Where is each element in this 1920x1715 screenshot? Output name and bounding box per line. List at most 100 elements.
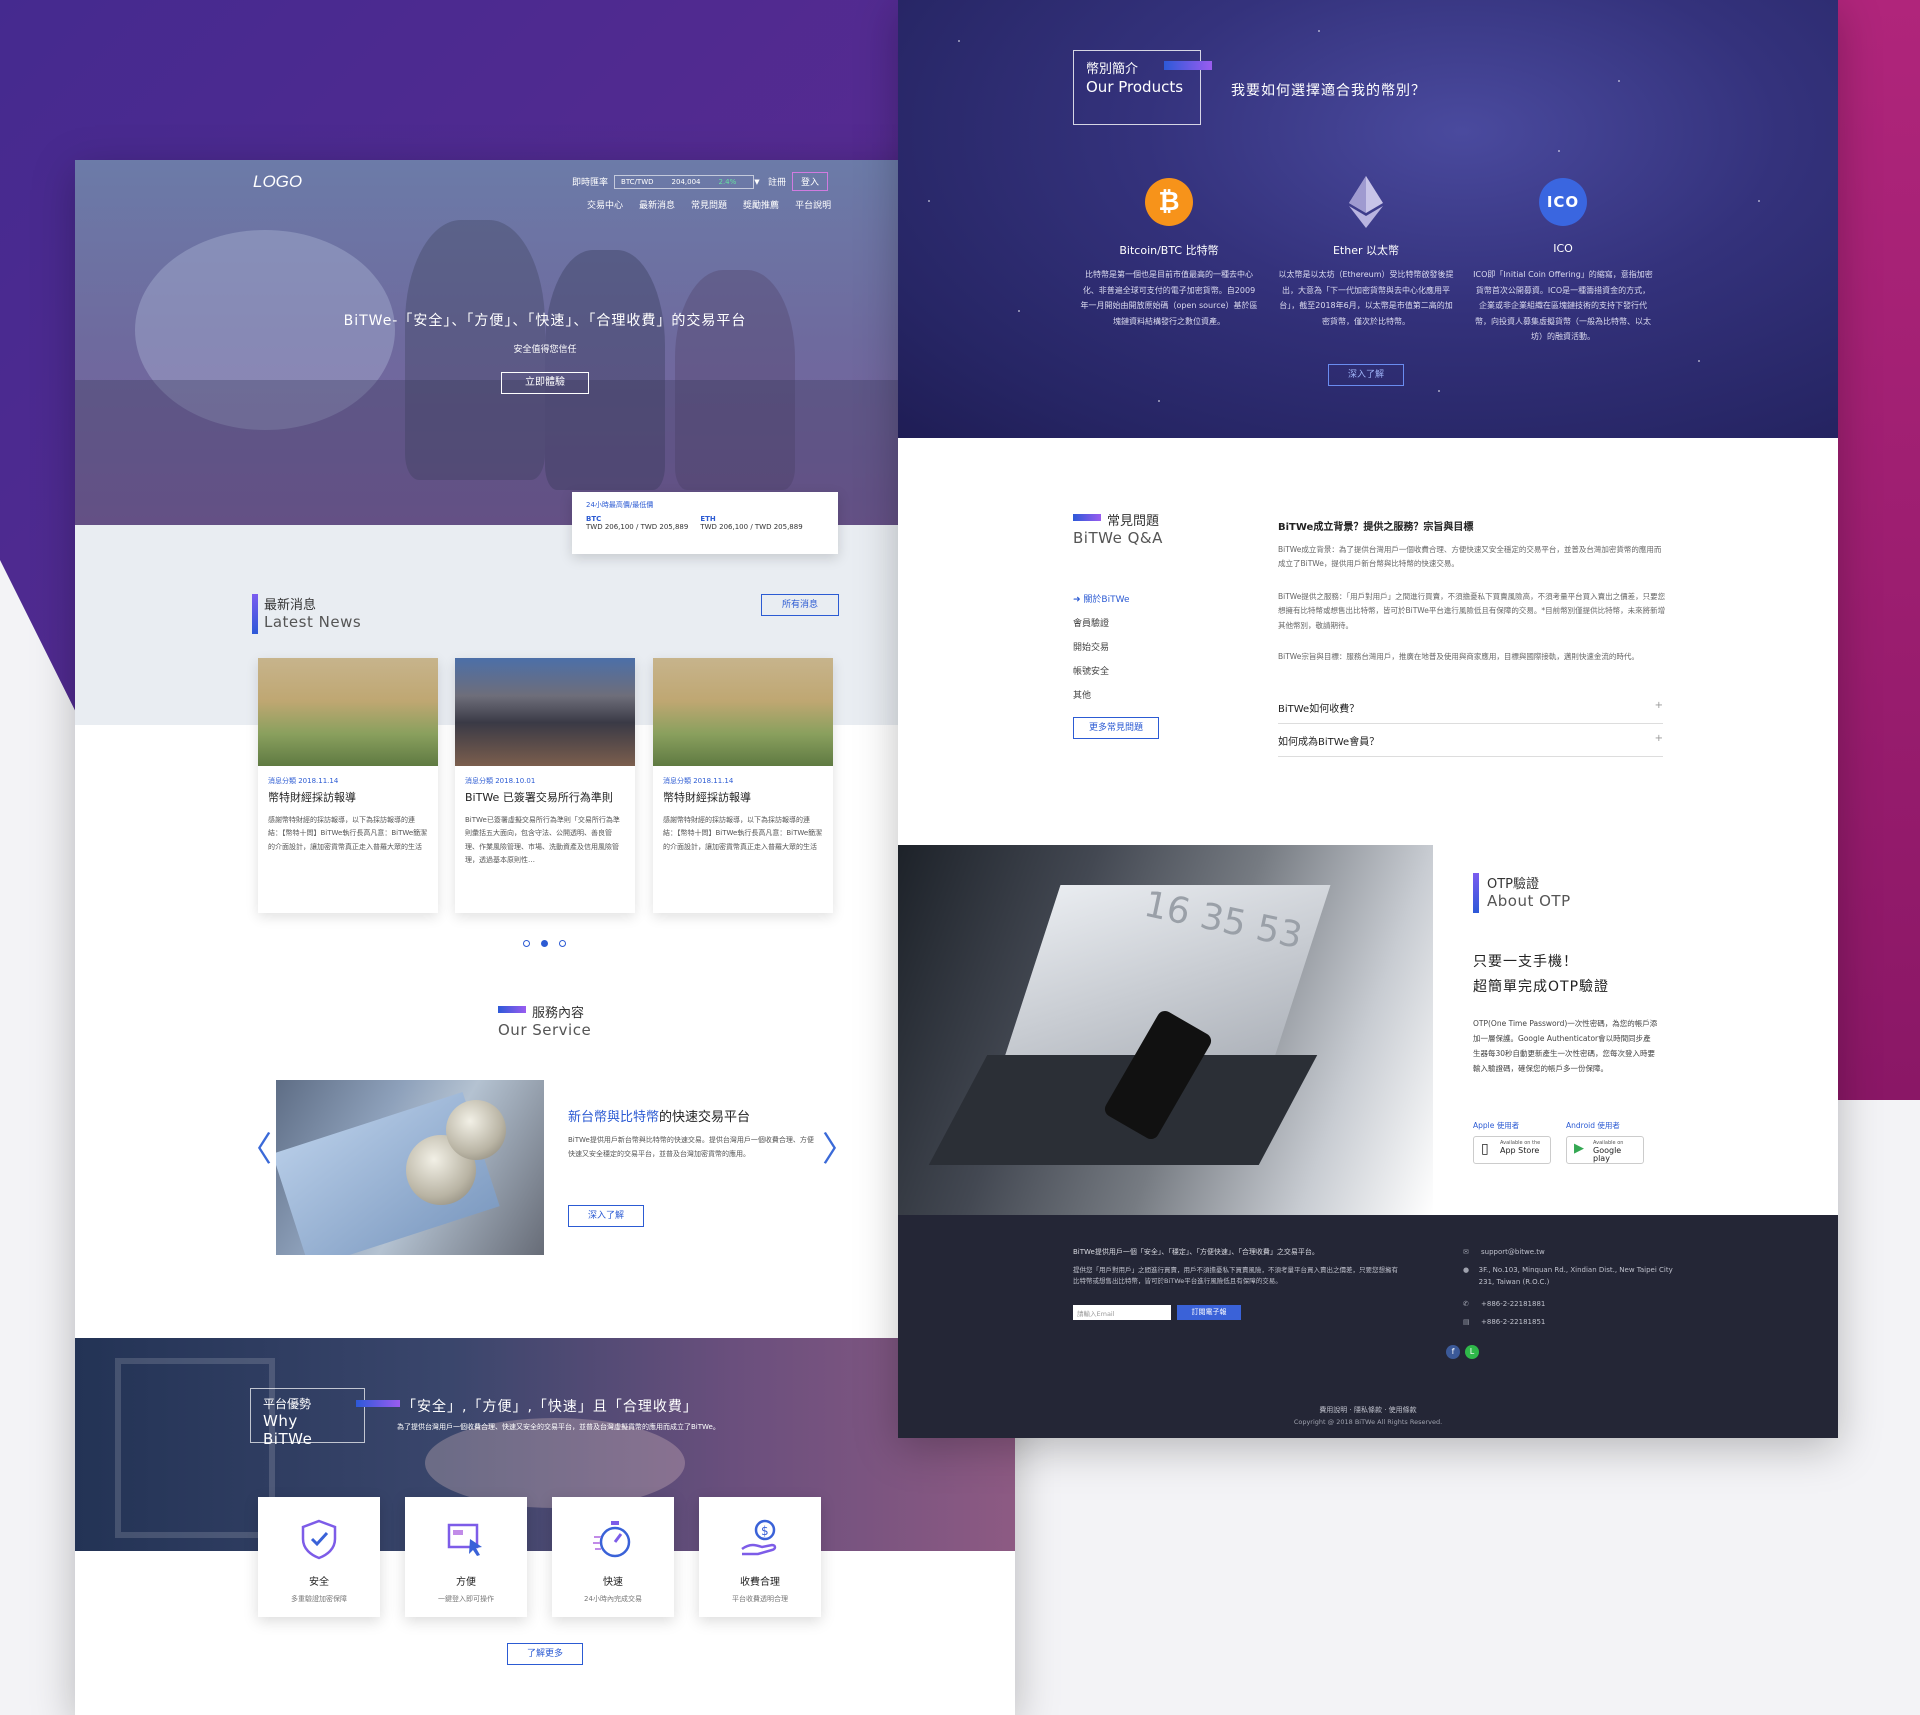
faq-question[interactable]: 如何成為BiTWe會員？ + (1278, 733, 1663, 757)
service-title-en: Our Service (498, 1021, 592, 1039)
all-news-button[interactable]: 所有消息 (761, 594, 839, 616)
line-icon[interactable]: L (1465, 1345, 1479, 1359)
star (1318, 30, 1320, 32)
star (1558, 150, 1560, 152)
nav-item[interactable]: 最新消息 (639, 198, 675, 211)
why-section-title: 平台優勢 Why BiTWe (250, 1388, 365, 1448)
contact-fax: +886-2-22181851 (1481, 1318, 1546, 1326)
service-image (276, 1080, 544, 1255)
service-text: BiTWe提供用戶新台幣與比特幣的快速交易。提供台灣用戶一個收費合理、方便快速又… (568, 1136, 814, 1158)
product-desc: 以太幣是以太坊（Ethereum）受比特幣啟發後提出，大意為「下一代加密貨幣與去… (1278, 270, 1454, 326)
advantage-desc: 平台收費透明合理 (732, 1595, 788, 1603)
otp-laptop-image: 16 35 53 (898, 845, 1433, 1215)
carousel-dot-active[interactable] (541, 940, 548, 947)
nav-item[interactable]: 常見問題 (691, 198, 727, 211)
prev-arrow[interactable]: 〈 (238, 1122, 272, 1171)
faq-title-zh: 常見問題 (1107, 514, 1160, 529)
news-excerpt: 感謝幣特財經的採訪報導，以下為採訪報導的連結：【幣特十問】BiTWe執行長高凡意… (663, 815, 823, 851)
plus-icon: + (1654, 733, 1663, 744)
contact-phone: +886-2-22181881 (1481, 1300, 1546, 1308)
news-image (455, 658, 635, 766)
learn-more-button[interactable]: 了解更多 (507, 1643, 583, 1665)
register-link[interactable]: 註冊 (768, 175, 786, 188)
advantage-desc: 24小時內完成交易 (584, 1595, 642, 1603)
faq-answer-paragraph: BiTWe成立背景：為了提供台灣用戶一個收費合理、方便快速又安全穩定的交易平台，… (1278, 545, 1662, 569)
why-heading: 「安全」,「方便」,「快速」且「合理收費」 (402, 1399, 698, 1415)
news-title[interactable]: 幣特財經採訪報導 (663, 790, 823, 806)
otp-description: OTP(One Time Password)一次性密碼，為您的帳戶添加一層保護。… (1473, 1019, 1658, 1073)
title-accent-bar (1164, 61, 1212, 70)
news-date: 消息分類 2018.11.14 (268, 777, 339, 785)
service-more-button[interactable]: 深入了解 (568, 1205, 644, 1227)
news-card[interactable]: 消息分類 2018.11.14 幣特財經採訪報導 感謝幣特財經的採訪報導，以下為… (653, 658, 833, 913)
app-store-button[interactable]: ▯ Available on the App Store (1473, 1136, 1551, 1164)
rate-label: 即時匯率 (572, 178, 609, 188)
faq-question[interactable]: BiTWe如何收費？ + (1278, 700, 1663, 724)
news-title[interactable]: BiTWe 已簽署交易所行為準則 (465, 790, 625, 806)
svg-text:$: $ (761, 1524, 769, 1538)
star (1698, 360, 1700, 362)
faq-more-button[interactable]: 更多常見問題 (1073, 717, 1159, 739)
title-accent-bar (356, 1400, 400, 1407)
carousel-dot[interactable] (559, 940, 566, 947)
advantage-card: 方便 一鍵登入即可操作 (405, 1497, 527, 1617)
rate-selector[interactable]: BTC/TWD 204,004 2.4% ▼ (614, 174, 760, 189)
footer-contact-phone: ✆ +886-2-22181881 (1463, 1299, 1545, 1311)
faq-category[interactable]: 會員驗證 (1073, 612, 1130, 636)
eth-price: TWD 206,100 / TWD 205,889 (700, 523, 803, 531)
news-card[interactable]: 消息分類 2018.10.01 BiTWe 已簽署交易所行為準則 BiTWe已簽… (455, 658, 635, 913)
nav-item[interactable]: 獎勵推薦 (743, 198, 779, 211)
rate-value: 204,004 (671, 177, 701, 186)
title-accent-bar (1073, 514, 1101, 521)
otp-title-zh: OTP驗證 (1487, 877, 1540, 892)
next-arrow[interactable]: 〉 (822, 1122, 856, 1171)
faq-category[interactable]: 開始交易 (1073, 636, 1130, 660)
news-title[interactable]: 幣特財經採訪報導 (268, 790, 428, 806)
footer-contact-fax: ▤ +886-2-22181851 (1463, 1317, 1545, 1329)
otp-title-en: About OTP (1487, 892, 1571, 910)
click-icon (447, 1523, 482, 1556)
background-accent-stripe (1830, 0, 1920, 1100)
hero-subtitle: 安全值得您信任 (513, 345, 577, 355)
hero-cta-button[interactable]: 立即體驗 (501, 372, 589, 394)
product-desc: ICO即「Initial Coin Offering」的縮寫，意指加密貨幣首次公… (1473, 270, 1653, 342)
nav-item[interactable]: 平台說明 (795, 198, 831, 211)
star (958, 40, 960, 42)
main-nav: 交易中心 最新消息 常見問題 獎勵推薦 平台說明 (587, 198, 831, 211)
arrow-circle-icon: ➜ (1073, 595, 1084, 605)
gplay-text: Google play (1593, 1145, 1622, 1164)
faq-category[interactable]: 其他 (1073, 684, 1130, 708)
service-heading: 新台幣與比特幣的快速交易平台 (568, 1106, 750, 1125)
footer-contact-email: ✉ support@bitwe.tw (1463, 1247, 1545, 1259)
rate-pair: BTC/TWD (621, 177, 654, 186)
title-accent-bar (252, 594, 258, 634)
btc-price: TWD 206,100 / TWD 205,889 (586, 523, 689, 531)
advantage-desc: 一鍵登入即可操作 (438, 1595, 494, 1603)
carousel-dot[interactable] (523, 940, 530, 947)
nav-item[interactable]: 交易中心 (587, 198, 623, 211)
btc-label: BTC (586, 515, 602, 523)
newsletter-email-input[interactable]: 請輸入Email (1073, 1305, 1171, 1320)
otp-heading-line1: 只要一支手機！ (1473, 954, 1578, 970)
subscribe-button[interactable]: 訂閱電子報 (1177, 1305, 1241, 1320)
footer-tagline: BiTWe提供用戶一個「安全」、「穩定」、「方便快速」、「合理收費」之交易平台。 (1073, 1248, 1319, 1256)
facebook-icon[interactable]: f (1446, 1345, 1460, 1359)
contact-email[interactable]: support@bitwe.tw (1481, 1247, 1545, 1259)
apple-phone-icon: ▯ (1481, 1141, 1489, 1157)
login-button[interactable]: 登入 (792, 172, 829, 191)
products-more-button[interactable]: 深入了解 (1328, 364, 1404, 386)
apple-label: Apple 使用者 (1473, 1121, 1520, 1130)
faq-category[interactable]: 帳號安全 (1073, 660, 1130, 684)
google-play-button[interactable]: ▶ Available on Google play (1566, 1136, 1644, 1164)
news-image (258, 658, 438, 766)
android-label: Android 使用者 (1566, 1121, 1620, 1130)
footer-links[interactable]: 費用說明 · 隱私條款 · 使用條款 (898, 1405, 1838, 1415)
star (1158, 400, 1160, 402)
topbar: 即時匯率 BTC/TWD 204,004 2.4% ▼ 註冊 登入 (572, 172, 829, 191)
hero-office-floor (75, 380, 1015, 525)
star (1758, 200, 1760, 202)
site-logo[interactable]: LOGO (253, 172, 302, 192)
faq-category-active[interactable]: ➜ 關於BiTWe (1073, 588, 1130, 612)
news-card[interactable]: 消息分類 2018.11.14 幣特財經採訪報導 感謝幣特財經的採訪報導，以下為… (258, 658, 438, 913)
faq-open-question[interactable]: BiTWe成立背景？提供之服務？宗旨與目標 (1278, 518, 1473, 533)
